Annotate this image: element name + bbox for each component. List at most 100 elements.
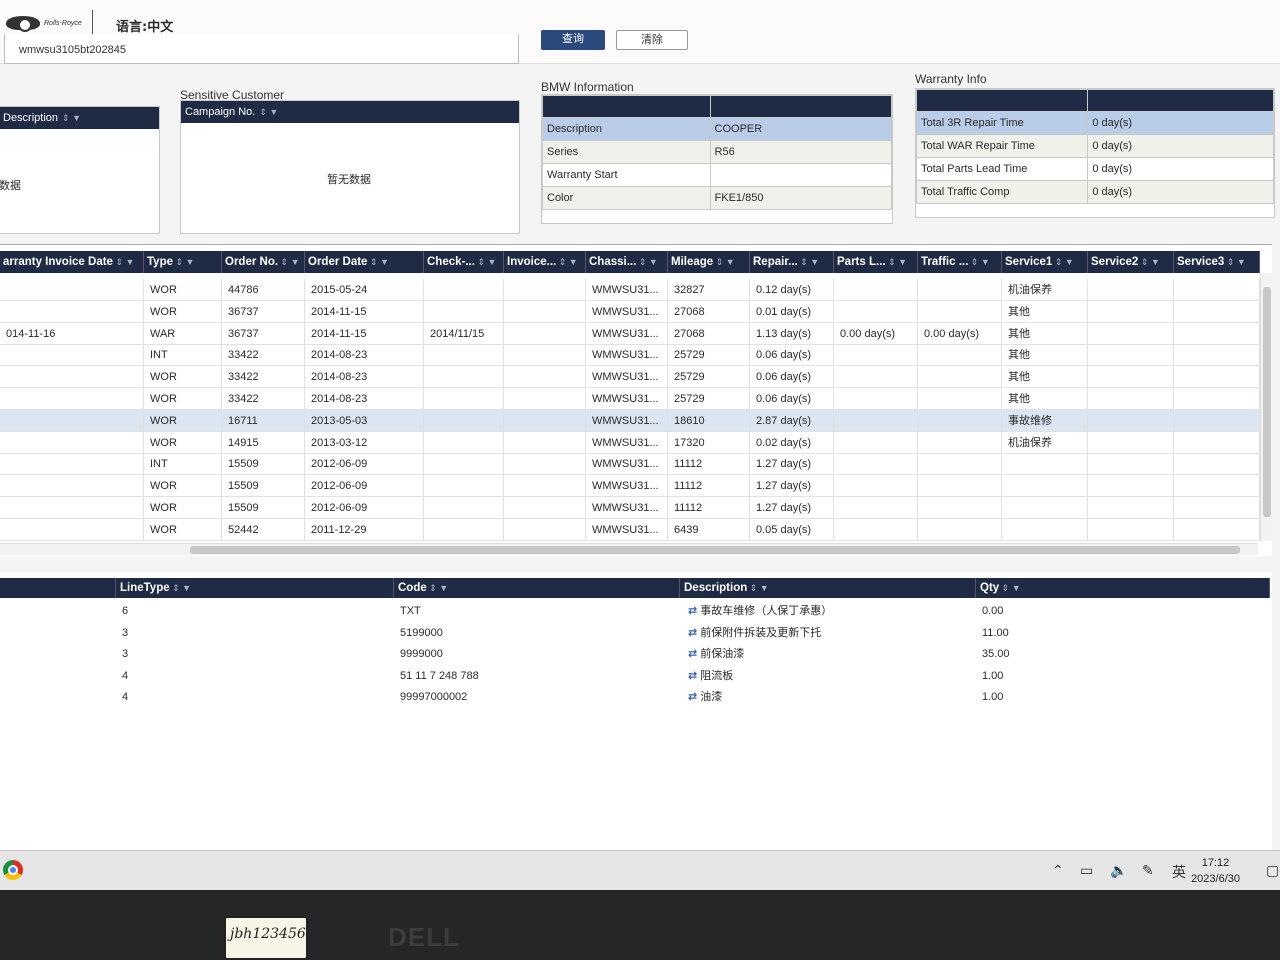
column-header[interactable]: Service2 ⇕ ▼: [1088, 251, 1174, 273]
table-cell: WOR: [144, 300, 222, 323]
list-cell-text: 油漆: [700, 690, 723, 703]
clear-button[interactable]: 清除: [616, 30, 688, 50]
table-cell: WMWSU31...: [586, 279, 668, 301]
column-header[interactable]: Chassi... ⇕ ▼: [586, 251, 668, 273]
column-header[interactable]: arranty Invoice Date ⇕ ▼: [0, 251, 144, 273]
table-cell: [424, 518, 504, 541]
table-cell: 0.01 day(s): [750, 300, 834, 323]
sort-filter-icon[interactable]: ⇕ ▼: [427, 583, 448, 593]
sort-filter-icon[interactable]: ⇕ ▼: [62, 113, 81, 124]
sort-filter-icon[interactable]: ⇕ ▼: [113, 257, 134, 267]
table-row[interactable]: WOR 52442 2011-12-29 WMWSU31... 6439 0.05 day…: [0, 518, 1260, 541]
volume-icon[interactable]: 🔈: [1110, 862, 1127, 879]
sort-filter-icon[interactable]: ⇕ ▼: [886, 257, 907, 267]
sort-filter-icon[interactable]: ⇕ ▼: [556, 257, 578, 267]
info-row: Color FKE1/850: [542, 186, 893, 210]
sort-filter-icon[interactable]: ⇕ ▼: [259, 107, 278, 118]
scroll-thumb[interactable]: [190, 546, 1240, 554]
sort-filter-icon[interactable]: ⇕ ▼: [278, 257, 300, 267]
orders-horizontal-scrollbar[interactable]: [0, 543, 1258, 555]
chevron-up-icon[interactable]: ⌃: [1052, 862, 1064, 879]
table-row[interactable]: WOR 15509 2012-06-09 WMWSU31... 11112 1.27 da…: [0, 475, 1260, 498]
table-cell: 机油保养: [1002, 431, 1088, 454]
table-cell: 27068: [668, 300, 750, 323]
sort-filter-icon[interactable]: ⇕ ▼: [999, 583, 1021, 593]
table-cell: 0.00 day(s): [918, 322, 1002, 345]
sort-filter-icon[interactable]: ⇕ ▼: [367, 257, 389, 267]
sort-filter-icon[interactable]: ⇕ ▼: [636, 257, 658, 267]
table-cell: 25729: [668, 366, 750, 389]
table-row[interactable]: WOR 33422 2014-08-23 WMWSU31... 25729 0.06 da…: [0, 366, 1260, 389]
left-panel-header[interactable]: Description ⇕ ▼: [0, 107, 159, 129]
column-header[interactable]: Repair... ⇕ ▼: [750, 251, 834, 273]
column-header[interactable]: Code ⇕ ▼: [394, 578, 680, 598]
column-header[interactable]: Description ⇕ ▼: [680, 578, 976, 598]
table-row[interactable]: WOR 33422 2014-08-23 WMWSU31... 25729 0.06 da…: [0, 388, 1260, 410]
table-cell: [504, 344, 586, 367]
column-header[interactable]: Order No. ⇕ ▼: [222, 251, 305, 273]
network-icon[interactable]: ▭: [1080, 862, 1093, 879]
orders-vertical-scrollbar[interactable]: [1260, 273, 1272, 541]
list-cell: ⇄ 阻流板: [684, 665, 733, 687]
list-item[interactable]: 4 99997000002 ⇄ 油漆 1.00: [0, 686, 1272, 708]
table-cell: 36737: [222, 322, 305, 345]
table-row[interactable]: 014-11-16 WAR 36737 2014-11-15 2014/11/15 WMW…: [0, 322, 1260, 345]
table-row[interactable]: INT 33422 2014-08-23 WMWSU31... 25729 0.06 da…: [0, 344, 1260, 367]
table-cell: 2015-05-24: [305, 279, 424, 301]
sort-filter-icon[interactable]: ⇕ ▼: [968, 257, 990, 267]
info-value: 0 day(s): [1087, 134, 1274, 158]
query-button[interactable]: 查询: [541, 30, 605, 50]
sort-filter-icon[interactable]: ⇕ ▼: [1052, 257, 1074, 267]
language-selector[interactable]: 语言:中文: [116, 16, 173, 35]
list-item[interactable]: 3 9999000 ⇄ 前保油漆 35.00: [0, 643, 1272, 665]
notification-icon[interactable]: ▢: [1266, 862, 1279, 879]
chrome-icon[interactable]: [3, 860, 23, 880]
sort-filter-icon[interactable]: ⇕ ▼: [173, 257, 195, 267]
column-header[interactable]: Check-... ⇕ ▼: [424, 251, 504, 273]
column-header[interactable]: Traffic ... ⇕ ▼: [918, 251, 1002, 273]
list-item[interactable]: 3 5199000 ⇄ 前保附件拆装及更新下托 11.00: [0, 622, 1272, 644]
sort-filter-icon[interactable]: ⇕ ▼: [713, 257, 735, 267]
list-item[interactable]: 4 51 11 7 248 788 ⇄ 阻流板 1.00: [0, 665, 1272, 687]
column-header[interactable]: Order Date ⇕ ▼: [305, 251, 424, 273]
vin-input[interactable]: wmwsu3105bt202845: [4, 34, 519, 64]
table-row[interactable]: WOR 36737 2014-11-15 WMWSU31... 27068 0.01 da…: [0, 300, 1260, 323]
column-header[interactable]: Parts L... ⇕ ▼: [834, 251, 918, 273]
sort-filter-icon[interactable]: ⇕ ▼: [170, 583, 191, 593]
table-cell: [424, 475, 504, 498]
table-cell: [834, 388, 918, 410]
table-cell: 其他: [1002, 300, 1088, 323]
scroll-thumb[interactable]: [1263, 287, 1271, 517]
sort-filter-icon[interactable]: ⇕ ▼: [475, 257, 496, 267]
column-header[interactable]: Service1 ⇕ ▼: [1002, 251, 1088, 273]
swap-icon[interactable]: ⇄: [688, 647, 697, 660]
swap-icon[interactable]: ⇄: [688, 690, 697, 703]
table-cell: [1174, 344, 1260, 367]
ime-indicator[interactable]: 英: [1172, 862, 1186, 882]
column-header[interactable]: Service3 ⇕ ▼: [1174, 251, 1260, 273]
campaign-no-header[interactable]: Campaign No. ⇕ ▼: [181, 101, 519, 123]
column-header[interactable]: Type ⇕ ▼: [144, 251, 222, 273]
swap-icon[interactable]: ⇄: [688, 669, 697, 682]
table-row[interactable]: WOR 16711 2013-05-03 WMWSU31... 18610 2.87 da…: [0, 409, 1260, 432]
sort-filter-icon[interactable]: ⇕ ▼: [747, 583, 769, 593]
swap-icon[interactable]: ⇄: [688, 604, 697, 617]
header-divider: [92, 10, 93, 36]
system-clock[interactable]: 17:12 2023/6/30: [1191, 855, 1240, 887]
sort-filter-icon[interactable]: ⇕ ▼: [798, 257, 819, 267]
column-header[interactable]: Mileage ⇕ ▼: [668, 251, 750, 273]
column-header[interactable]: Qty ⇕ ▼: [976, 578, 1270, 598]
swap-icon[interactable]: ⇄: [688, 626, 697, 639]
column-header[interactable]: LineType ⇕ ▼: [116, 578, 394, 598]
sort-filter-icon[interactable]: ⇕ ▼: [1138, 257, 1160, 267]
table-row[interactable]: WOR 14915 2013-03-12 WMWSU31... 17320 0.02 da…: [0, 431, 1260, 454]
pen-icon[interactable]: ✎: [1142, 862, 1154, 879]
info-row: Total WAR Repair Time 0 day(s): [915, 134, 1274, 158]
list-item[interactable]: 6 TXT ⇄ 事故车维修（人保丁承惠） 0.00: [0, 600, 1272, 622]
table-row[interactable]: INT 15509 2012-06-09 WMWSU31... 11112 1.27 da…: [0, 453, 1260, 476]
column-header[interactable]: Invoice... ⇕ ▼: [504, 251, 586, 273]
sort-filter-icon[interactable]: ⇕ ▼: [1224, 257, 1246, 267]
table-row[interactable]: WOR 44786 2015-05-24 WMWSU31... 32827 0.12 da…: [0, 279, 1260, 301]
list-cell: 0.00: [978, 600, 1003, 622]
table-row[interactable]: WOR 15509 2012-06-09 WMWSU31... 11112 1.27 da…: [0, 497, 1260, 519]
